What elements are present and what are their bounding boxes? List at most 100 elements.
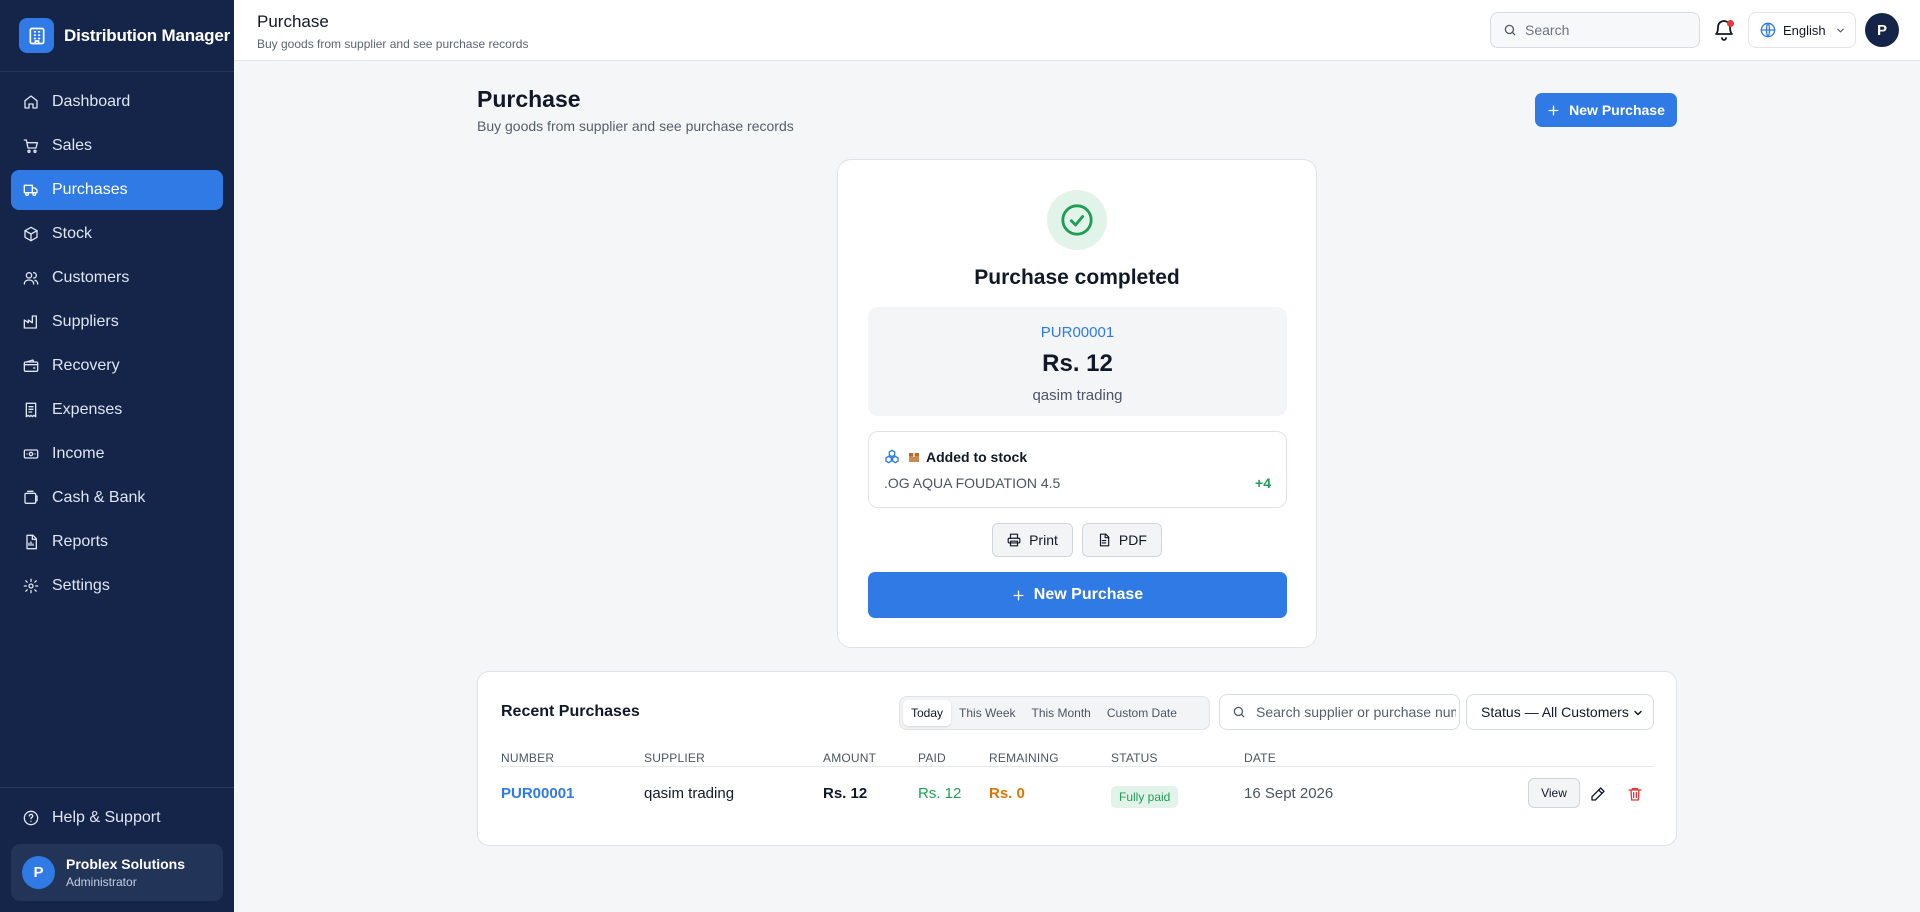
sidebar-item-label: Reports xyxy=(52,533,109,550)
topbar-subtitle: Buy goods from supplier and see purchase… xyxy=(257,37,529,51)
file-icon xyxy=(1099,533,1110,547)
printer-icon xyxy=(1007,533,1021,547)
help-label: Help & Support xyxy=(52,809,161,826)
sidebar-item-label: Dashboard xyxy=(52,93,131,110)
sidebar-item-sales[interactable]: Sales xyxy=(11,126,223,166)
sidebar-item-dashboard[interactable]: Dashboard xyxy=(11,82,223,122)
row-number-link[interactable]: PUR00001 xyxy=(501,785,574,802)
user-role: Administrator xyxy=(66,875,137,889)
home-icon xyxy=(24,95,38,109)
column-header-paid: PAID xyxy=(918,751,946,765)
column-header-status: STATUS xyxy=(1111,751,1158,765)
gear-icon xyxy=(23,578,39,594)
purchase-number: PUR00001 xyxy=(1040,324,1115,341)
new-purchase-button[interactable]: New Purchase xyxy=(1535,93,1677,127)
sidebar-item-label: Expenses xyxy=(52,401,123,418)
new-purchase-label: New Purchase xyxy=(1569,102,1665,118)
topbar: Purchase Buy goods from supplier and see… xyxy=(234,0,1920,61)
sidebar-item-label: Recovery xyxy=(52,357,120,374)
trash-icon[interactable] xyxy=(1627,786,1643,802)
chevron-down-icon xyxy=(1634,710,1642,716)
row-paid: Rs. 12 xyxy=(918,785,962,802)
purchase-completed-card: Purchase completed PUR00001 Rs. 12 qasim… xyxy=(837,159,1317,648)
stock-heading: Added to stock xyxy=(884,449,1027,465)
sidebar-item-stock[interactable]: Stock xyxy=(11,214,223,254)
sidebar-item-suppliers[interactable]: Suppliers xyxy=(11,302,223,342)
recent-purchases-panel: Recent Purchases Today This Week This Mo… xyxy=(477,671,1677,846)
sidebar-item-purchases[interactable]: Purchases xyxy=(11,170,223,210)
sidebar-nav: Dashboard Sales Purchases Stock Customer… xyxy=(0,72,234,606)
report-icon xyxy=(26,534,37,550)
search-icon xyxy=(1233,706,1245,718)
action-row: Print PDF xyxy=(838,523,1316,557)
sidebar-item-label: Cash & Bank xyxy=(52,489,146,506)
notifications-button[interactable] xyxy=(1712,18,1736,42)
table-divider xyxy=(501,766,1654,767)
page-title: Purchase xyxy=(477,86,581,112)
globe-icon xyxy=(1760,22,1776,38)
status-filter-select[interactable]: Status — All Customers xyxy=(1466,694,1654,730)
row-supplier: qasim trading xyxy=(644,785,735,802)
stock-item-name: .OG AQUA FOUDATION 4.5 xyxy=(884,475,1061,491)
sidebar-item-expenses[interactable]: Expenses xyxy=(11,390,223,430)
language-label: English xyxy=(1783,22,1826,38)
receipt-icon xyxy=(25,402,37,418)
column-header-number: NUMBER xyxy=(501,751,555,765)
plus-icon xyxy=(1548,104,1559,116)
plus-icon xyxy=(1013,589,1024,601)
sidebar-item-label: Customers xyxy=(52,269,130,286)
sidebar-item-settings[interactable]: Settings xyxy=(11,566,223,606)
user-name: Problex Solutions xyxy=(66,856,186,872)
purchase-summary: PUR00001 Rs. 12 qasim trading xyxy=(868,307,1287,416)
sidebar-item-label: Stock xyxy=(52,225,93,242)
help-circle-icon xyxy=(23,810,39,826)
row-date: 16 Sept 2026 xyxy=(1244,785,1334,802)
status-badge: Fully paid xyxy=(1111,786,1179,808)
tab-this-month[interactable]: This Month xyxy=(1024,700,1099,726)
notification-dot xyxy=(1727,20,1734,27)
tab-custom-date[interactable]: Custom Date xyxy=(1099,700,1185,726)
sidebar-item-recovery[interactable]: Recovery xyxy=(11,346,223,386)
date-filter-tabs: Today This Week This Month Custom Date xyxy=(899,696,1210,730)
print-button[interactable]: Print xyxy=(992,523,1073,557)
sidebar-item-customers[interactable]: Customers xyxy=(11,258,223,298)
stock-item-qty: +4 xyxy=(1255,475,1271,491)
users-icon xyxy=(23,272,39,285)
user-card[interactable]: P Problex Solutions Administrator xyxy=(11,844,223,901)
check-circle-icon xyxy=(1047,190,1107,250)
avatar[interactable]: P xyxy=(1865,13,1899,47)
column-header-supplier: SUPPLIER xyxy=(644,751,705,765)
brand[interactable]: Distribution Manager xyxy=(0,0,234,72)
tab-today[interactable]: Today xyxy=(903,700,952,726)
sidebar-footer: Help & Support P Problex Solutions Admin… xyxy=(0,787,234,912)
cart-icon xyxy=(23,139,38,153)
sidebar-item-label: Settings xyxy=(52,577,110,594)
language-select[interactable]: English xyxy=(1748,12,1856,48)
search-icon xyxy=(1504,24,1516,36)
column-header-amount: AMOUNT xyxy=(823,751,877,765)
sidebar: Distribution Manager Dashboard Sales Pur… xyxy=(0,0,234,912)
package-icon xyxy=(909,453,919,462)
help-support-link[interactable]: Help & Support xyxy=(11,798,223,838)
column-header-date: DATE xyxy=(1244,751,1276,765)
purchase-search[interactable] xyxy=(1219,694,1460,730)
search-input[interactable] xyxy=(1525,22,1685,38)
stock-added-panel: Added to stock .OG AQUA FOUDATION 4.5 +4 xyxy=(868,431,1287,508)
banknote-icon xyxy=(23,449,39,459)
wallet-icon xyxy=(23,359,39,372)
view-button[interactable]: View xyxy=(1528,778,1580,808)
box-icon xyxy=(24,226,38,242)
pdf-button[interactable]: PDF xyxy=(1081,523,1162,557)
sidebar-item-cash-bank[interactable]: Cash & Bank xyxy=(11,478,223,518)
pencil-icon[interactable] xyxy=(1590,786,1606,802)
brand-name: Distribution Manager xyxy=(64,25,231,45)
purchase-search-input[interactable] xyxy=(1256,704,1456,720)
sidebar-item-income[interactable]: Income xyxy=(11,434,223,474)
row-remaining: Rs. 0 xyxy=(989,785,1025,802)
factory-icon xyxy=(23,315,37,329)
global-search[interactable] xyxy=(1490,12,1700,48)
tab-this-week[interactable]: This Week xyxy=(951,700,1023,726)
new-purchase-primary-button[interactable]: New Purchase xyxy=(868,572,1287,618)
sidebar-item-reports[interactable]: Reports xyxy=(11,522,223,562)
sidebar-item-label: Sales xyxy=(52,137,93,154)
